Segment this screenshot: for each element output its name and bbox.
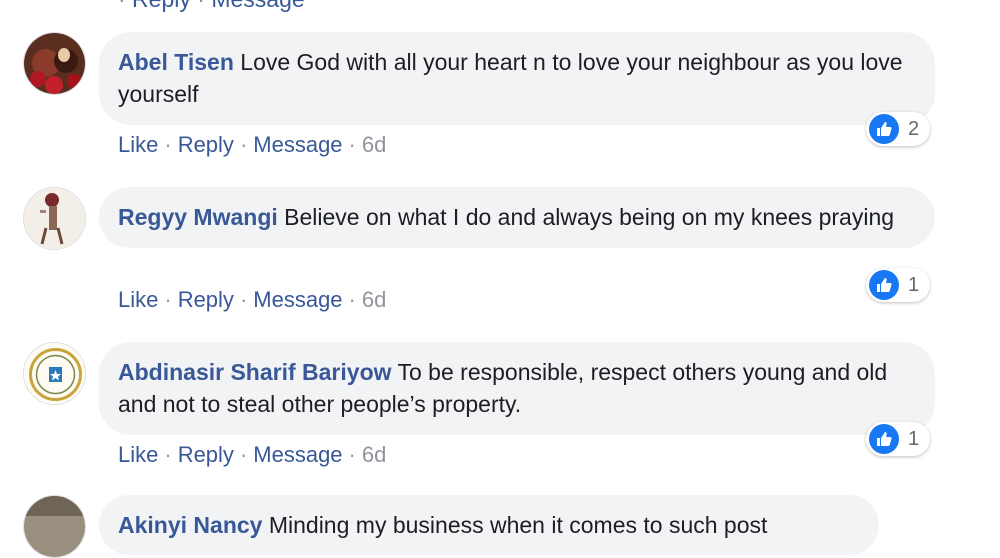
comment-author[interactable]: Regyy Mwangi	[118, 204, 278, 230]
comment-text: Believe on what I do and always being on…	[284, 204, 895, 230]
comment-author[interactable]: Abdinasir Sharif Bariyow	[118, 359, 392, 385]
comment-author[interactable]: Abel Tisen	[118, 49, 234, 75]
reaction-counter[interactable]: 1	[866, 422, 930, 456]
comment-actions: Like · Reply · Message · 6d	[118, 442, 387, 467]
like-icon	[869, 424, 899, 454]
reaction-counter[interactable]: 2	[866, 112, 930, 146]
reply-link[interactable]: Reply	[178, 287, 234, 312]
reaction-count: 2	[908, 117, 920, 140]
comment-bubble: Regyy Mwangi Believe on what I do and al…	[99, 187, 935, 248]
reaction-count: 1	[908, 427, 920, 450]
comment-text: Love God with all your heart n to love y…	[118, 49, 903, 107]
comment-actions: Like · Reply · Message · 6d	[118, 132, 387, 157]
reply-link[interactable]: Reply	[178, 442, 234, 467]
message-link[interactable]: Message	[253, 442, 342, 467]
like-icon	[869, 114, 899, 144]
message-link[interactable]: Message	[253, 132, 342, 157]
like-link[interactable]: Like	[118, 287, 158, 312]
comment-bubble: Akinyi Nancy Minding my business when it…	[99, 495, 879, 555]
like-link[interactable]: Like	[118, 132, 158, 157]
comment-author[interactable]: Akinyi Nancy	[118, 512, 262, 538]
comment-bubble: Abdinasir Sharif Bariyow To be responsib…	[99, 342, 935, 435]
clipped-previous-actions: · Reply · Message	[118, 0, 305, 13]
like-link[interactable]: Like	[118, 442, 158, 467]
avatar[interactable]	[23, 495, 86, 558]
timestamp[interactable]: 6d	[362, 287, 386, 312]
timestamp[interactable]: 6d	[362, 442, 386, 467]
message-link[interactable]: Message	[253, 287, 342, 312]
avatar[interactable]	[23, 342, 86, 405]
comment-text: Minding my business when it comes to suc…	[268, 512, 768, 538]
avatar[interactable]	[23, 32, 86, 95]
timestamp[interactable]: 6d	[362, 132, 386, 157]
reply-link[interactable]: Reply	[178, 132, 234, 157]
comment-actions: Like · Reply · Message · 6d	[118, 287, 387, 312]
like-icon	[869, 270, 899, 300]
reaction-count: 1	[908, 273, 920, 296]
comment-bubble: Abel Tisen Love God with all your heart …	[99, 32, 935, 125]
avatar[interactable]	[23, 187, 86, 250]
reaction-counter[interactable]: 1	[866, 268, 930, 302]
